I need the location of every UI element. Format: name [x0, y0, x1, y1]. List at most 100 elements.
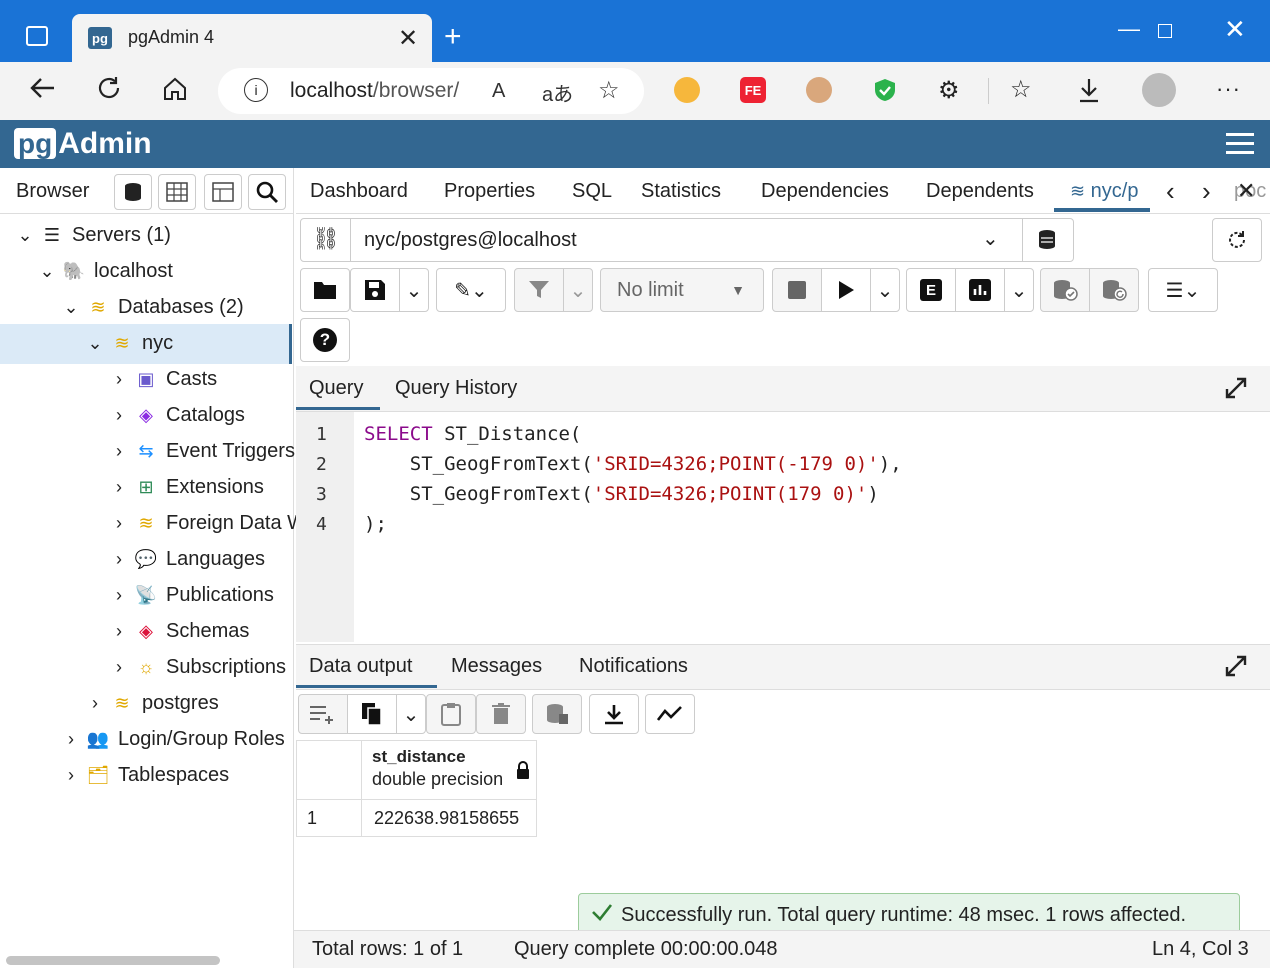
open-file-icon[interactable] — [300, 268, 350, 312]
chevron-right-icon[interactable]: › — [60, 765, 82, 786]
tab-statistics[interactable]: Statistics — [641, 180, 721, 203]
chevron-right-icon[interactable]: › — [108, 549, 130, 570]
graph-visualiser-icon[interactable] — [645, 694, 695, 734]
rollback-icon[interactable] — [1089, 268, 1139, 312]
tree-item-postgres[interactable]: › ≋ postgres — [84, 685, 219, 721]
home-icon[interactable] — [162, 76, 188, 109]
grid-corner-cell[interactable] — [296, 740, 362, 800]
refresh-icon[interactable] — [96, 75, 122, 108]
tree-item-tablespaces[interactable]: › 🗂 Tablespaces — [60, 757, 229, 793]
chevron-down-icon[interactable]: ⌄ — [14, 225, 36, 246]
tab-scroll-right-icon[interactable]: › — [1202, 176, 1211, 207]
tab-actions-icon[interactable] — [26, 26, 48, 46]
downloads-icon[interactable] — [1076, 76, 1102, 109]
browser-tab[interactable] — [72, 14, 432, 62]
chevron-down-icon[interactable]: ⌄ — [60, 297, 82, 318]
new-connection-icon[interactable] — [1036, 228, 1060, 257]
tree-item-databases[interactable]: ⌄ ≋ Databases (2) — [60, 289, 243, 325]
tab-scroll-left-icon[interactable]: ‹ — [1166, 176, 1175, 207]
chevron-right-icon[interactable]: › — [108, 441, 130, 462]
macros-menu-icon[interactable]: ☰⌄ — [1148, 268, 1218, 312]
tree-item-publications[interactable]: › 📡 Publications — [108, 577, 274, 613]
back-icon[interactable] — [28, 74, 56, 109]
tab-data-output[interactable]: Data output — [309, 655, 412, 678]
tree-item-catalogs[interactable]: › ◈ Catalogs — [108, 397, 245, 433]
tree-item-subscriptions[interactable]: › ☼ Subscriptions — [108, 649, 286, 685]
chevron-right-icon[interactable]: › — [108, 369, 130, 390]
new-tab-button[interactable]: + — [444, 20, 462, 54]
tab-query-tool[interactable]: ≋ nyc/p — [1070, 180, 1138, 203]
query-tool-icon[interactable] — [114, 174, 152, 210]
chevron-right-icon[interactable]: › — [108, 513, 130, 534]
code-line-4[interactable]: ); — [364, 513, 387, 535]
execute-options-chevron-icon[interactable]: ⌄ — [870, 268, 900, 312]
tree-item-languages[interactable]: › 💬 Languages — [108, 541, 265, 577]
read-aloud-icon[interactable]: A — [492, 80, 505, 103]
tree-item-localhost[interactable]: ⌄ 🐘 localhost — [36, 253, 172, 289]
fe-extension-icon[interactable]: FE — [740, 77, 766, 103]
chevron-down-icon[interactable]: ⌄ — [982, 226, 999, 251]
owl-extension-icon[interactable] — [806, 77, 832, 103]
tree-item-casts[interactable]: › ▣ Casts — [108, 361, 217, 397]
sql-editor[interactable] — [356, 412, 1270, 642]
window-close-icon[interactable]: ✕ — [1224, 14, 1246, 45]
explain-options-chevron-icon[interactable]: ⌄ — [1004, 268, 1034, 312]
url-text[interactable]: localhost/browser/ — [290, 79, 459, 103]
tree-item-extensions[interactable]: › ⊞ Extensions — [108, 469, 264, 505]
code-line-1[interactable]: SELECT ST_Distance( — [364, 423, 581, 445]
search-objects-icon[interactable] — [248, 174, 286, 210]
tab-query[interactable]: Query — [309, 377, 363, 400]
expand-icon[interactable] — [1224, 376, 1248, 405]
extension-colorful-icon[interactable] — [674, 77, 700, 103]
tab-properties[interactable]: Properties — [444, 180, 535, 203]
shield-extension-icon[interactable] — [872, 77, 898, 103]
chevron-down-icon[interactable]: ⌄ — [84, 333, 106, 354]
tab-messages[interactable]: Messages — [451, 655, 542, 678]
favorite-add-icon[interactable]: ☆ — [598, 76, 620, 105]
profile-avatar[interactable] — [1142, 73, 1176, 107]
add-row-icon[interactable] — [298, 694, 348, 734]
site-info-icon[interactable]: i — [244, 78, 268, 102]
tree-item-servers[interactable]: ⌄ ☰ Servers (1) — [14, 217, 170, 253]
chevron-right-icon[interactable]: › — [108, 585, 130, 606]
code-line-2[interactable]: ST_GeogFromText('SRID=4326;POINT(-179 0)… — [364, 453, 902, 475]
save-file-icon[interactable] — [350, 268, 400, 312]
tab-dashboard[interactable]: Dashboard — [310, 180, 408, 203]
tab-dependents[interactable]: Dependents — [926, 180, 1034, 203]
copy-icon[interactable] — [347, 694, 397, 734]
save-options-chevron-icon[interactable]: ⌄ — [399, 268, 429, 312]
horizontal-scrollbar[interactable] — [6, 956, 220, 965]
stop-query-icon[interactable] — [772, 268, 822, 312]
column-header-st-distance[interactable]: st_distance double precision — [361, 740, 537, 800]
translate-icon[interactable]: aあ — [542, 78, 573, 107]
tab-query-history[interactable]: Query History — [395, 377, 517, 400]
execute-query-icon[interactable] — [821, 268, 871, 312]
commit-icon[interactable] — [1040, 268, 1090, 312]
tree-item-event-triggers[interactable]: › ⇆ Event Triggers — [108, 433, 295, 469]
connection-status-icon[interactable]: ⛓ — [312, 226, 340, 252]
chevron-right-icon[interactable]: › — [108, 477, 130, 498]
tree-item-foreign-data-wrappers[interactable]: › ≋ Foreign Data W — [108, 505, 306, 541]
hamburger-menu-icon[interactable] — [1226, 133, 1254, 160]
explain-analyze-icon[interactable] — [955, 268, 1005, 312]
chevron-right-icon[interactable]: › — [108, 405, 130, 426]
edit-menu-icon[interactable]: ✎⌄ — [436, 268, 506, 312]
minimize-icon[interactable]: — — [1118, 16, 1140, 42]
explain-icon[interactable]: E — [906, 268, 956, 312]
data-cell[interactable]: 222638.98158655 — [361, 799, 537, 837]
filter-icon[interactable] — [514, 268, 564, 312]
filter-options-chevron-icon[interactable]: ⌄ — [563, 268, 593, 312]
paste-icon[interactable] — [426, 694, 476, 734]
maximize-icon[interactable] — [1158, 24, 1172, 38]
chevron-right-icon[interactable]: › — [84, 693, 106, 714]
tab-close-icon[interactable]: ✕ — [398, 24, 418, 53]
save-data-icon[interactable] — [532, 694, 582, 734]
favorites-icon[interactable]: ☆ — [1010, 75, 1032, 104]
tab-dependencies[interactable]: Dependencies — [761, 180, 889, 203]
chevron-right-icon[interactable]: › — [60, 729, 82, 750]
refresh-query-tool-icon[interactable] — [1212, 218, 1262, 262]
more-menu-icon[interactable]: ··· — [1216, 76, 1241, 102]
download-results-icon[interactable] — [589, 694, 639, 734]
connection-label[interactable]: nyc/postgres@localhost — [364, 229, 577, 252]
row-number-cell[interactable]: 1 — [296, 799, 362, 837]
